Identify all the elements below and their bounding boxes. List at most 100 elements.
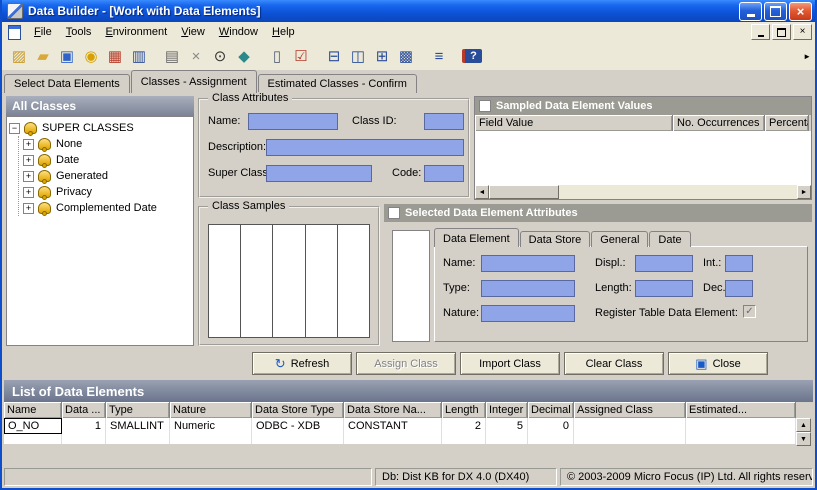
- expand-icon[interactable]: +: [23, 139, 34, 150]
- table-cell[interactable]: [486, 434, 528, 444]
- sampled-column-field-value[interactable]: Field Value: [475, 115, 673, 131]
- table-cell[interactable]: [574, 418, 686, 434]
- minimize-button[interactable]: [739, 2, 762, 21]
- attr-tab-date[interactable]: Date: [649, 231, 690, 247]
- mdi-close-button[interactable]: ×: [793, 24, 812, 40]
- scroll-right-icon[interactable]: ►: [797, 185, 811, 199]
- column-header-decimal[interactable]: Decimal: [528, 402, 574, 418]
- import-class-button[interactable]: Import Class: [460, 352, 560, 375]
- refresh-button[interactable]: ↻Refresh: [252, 352, 352, 375]
- bell-icon[interactable]: ◉: [79, 45, 103, 68]
- table-cell[interactable]: [686, 418, 796, 434]
- split-vertical-icon[interactable]: ◫: [346, 45, 370, 68]
- column-header-assigned-class[interactable]: Assigned Class: [574, 402, 686, 418]
- expand-icon[interactable]: +: [23, 187, 34, 198]
- tools-icon[interactable]: ◆: [232, 45, 256, 68]
- menu-window[interactable]: Window: [212, 23, 265, 41]
- sampled-column-percentag[interactable]: Percentag...: [765, 115, 809, 131]
- table-cell[interactable]: 1: [62, 418, 106, 434]
- search-icon[interactable]: ⊙: [208, 45, 232, 68]
- register-table-checkbox[interactable]: ✓: [743, 305, 756, 318]
- tree-item-date[interactable]: +Date: [23, 152, 191, 168]
- type-input[interactable]: [481, 280, 575, 297]
- column-header-nature[interactable]: Nature: [170, 402, 252, 418]
- code-input[interactable]: [424, 165, 464, 182]
- table-row[interactable]: O_NO1SMALLINTNumericODBC - XDBCONSTANT25…: [4, 418, 796, 434]
- table-cell[interactable]: [574, 434, 686, 444]
- menu-environment[interactable]: Environment: [98, 23, 174, 41]
- table-cell[interactable]: CONSTANT: [344, 418, 442, 434]
- classes-tree[interactable]: − SUPER CLASSES +None+Date+Generated+Pri…: [6, 116, 194, 346]
- attr-tab-data-element[interactable]: Data Element: [434, 228, 519, 247]
- table-cell[interactable]: 0: [528, 418, 574, 434]
- tile-icon[interactable]: ⊞: [370, 45, 394, 68]
- table-cell[interactable]: [252, 434, 344, 444]
- sampled-values-checkbox[interactable]: [479, 100, 491, 112]
- column-header-type[interactable]: Type: [106, 402, 170, 418]
- element-sample-list[interactable]: [392, 230, 430, 342]
- scroll-down-icon[interactable]: ▼: [796, 432, 811, 446]
- element-name-input[interactable]: [481, 255, 575, 272]
- tree-item-none[interactable]: +None: [23, 136, 191, 152]
- toolbar-overflow-icon[interactable]: ►: [803, 52, 811, 61]
- nature-input[interactable]: [481, 305, 575, 322]
- column-header-data-store-na[interactable]: Data Store Na...: [344, 402, 442, 418]
- expand-icon[interactable]: +: [23, 203, 34, 214]
- expand-icon[interactable]: +: [23, 155, 34, 166]
- copy-icon[interactable]: ▤: [160, 45, 184, 68]
- table-cell[interactable]: 2: [442, 418, 486, 434]
- table-cell[interactable]: [106, 434, 170, 444]
- menu-tools[interactable]: Tools: [59, 23, 99, 41]
- assign-class-button[interactable]: Assign Class: [356, 352, 456, 375]
- collapse-icon[interactable]: −: [9, 123, 20, 134]
- expand-icon[interactable]: +: [23, 171, 34, 182]
- table-cell[interactable]: [62, 434, 106, 444]
- tree-item-privacy[interactable]: +Privacy: [23, 184, 191, 200]
- table-vertical-scrollbar[interactable]: ▲ ▼: [796, 418, 811, 446]
- table-cell[interactable]: ODBC - XDB: [252, 418, 344, 434]
- table-cell[interactable]: [442, 434, 486, 444]
- tree-item-generated[interactable]: +Generated: [23, 168, 191, 184]
- scrollbar-track[interactable]: [559, 185, 797, 199]
- class-samples-list[interactable]: [208, 224, 370, 338]
- sampled-values-list[interactable]: [475, 131, 811, 185]
- mdi-restore-button[interactable]: [772, 24, 791, 40]
- tab-estimated-classes-confirm[interactable]: Estimated Classes - Confirm: [258, 74, 417, 93]
- sampled-column-no-occurrences[interactable]: No. Occurrences: [673, 115, 765, 131]
- menu-help[interactable]: Help: [265, 23, 302, 41]
- table-icon[interactable]: ▦: [103, 45, 127, 68]
- tree-item-complemented-date[interactable]: +Complemented Date: [23, 200, 191, 216]
- table-cell[interactable]: [4, 434, 62, 444]
- super-class-input[interactable]: [266, 165, 372, 182]
- split-horizontal-icon[interactable]: ⊟: [322, 45, 346, 68]
- table-cell[interactable]: [170, 434, 252, 444]
- monitor-icon[interactable]: ▣: [55, 45, 79, 68]
- table-cell[interactable]: Numeric: [170, 418, 252, 434]
- column-header-estimated[interactable]: Estimated...: [686, 402, 796, 418]
- close-button[interactable]: ▣Close: [668, 352, 768, 375]
- table-cell[interactable]: [344, 434, 442, 444]
- description-input[interactable]: [266, 139, 464, 156]
- table-cell[interactable]: [528, 434, 574, 444]
- clear-class-button[interactable]: Clear Class: [564, 352, 664, 375]
- scrollbar-thumb[interactable]: [489, 185, 559, 199]
- dec-input[interactable]: [725, 280, 753, 297]
- attr-tab-data-store[interactable]: Data Store: [520, 231, 591, 247]
- close-button[interactable]: ×: [789, 2, 812, 21]
- displ-input[interactable]: [635, 255, 693, 272]
- database-icon[interactable]: ▥: [127, 45, 151, 68]
- column-header-data-store-type[interactable]: Data Store Type: [252, 402, 344, 418]
- menu-file[interactable]: File: [27, 23, 59, 41]
- sampled-values-horizontal-scrollbar[interactable]: ◄ ►: [475, 185, 811, 199]
- column-header-data[interactable]: Data ...: [62, 402, 106, 418]
- table-cell[interactable]: [686, 434, 796, 444]
- open-icon[interactable]: ▨: [7, 45, 31, 68]
- class-id-input[interactable]: [424, 113, 464, 130]
- details-icon[interactable]: ≡: [427, 45, 451, 68]
- folder-icon[interactable]: ▰: [31, 45, 55, 68]
- length-input[interactable]: [635, 280, 693, 297]
- table-cell[interactable]: 5: [486, 418, 528, 434]
- document-icon[interactable]: ▯: [265, 45, 289, 68]
- table-cell[interactable]: SMALLINT: [106, 418, 170, 434]
- delete-icon[interactable]: ×: [184, 45, 208, 68]
